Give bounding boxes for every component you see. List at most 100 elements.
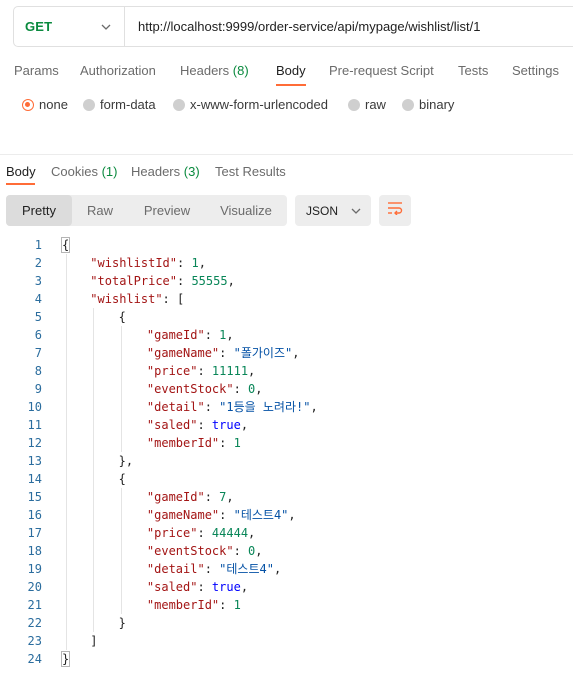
- code-text: "saled": true,: [147, 578, 248, 596]
- code-text: "gameId": 7,: [147, 488, 234, 506]
- tab-label: Tests: [458, 63, 489, 78]
- code-token: :: [197, 364, 212, 378]
- divider: [0, 154, 573, 155]
- code-text: "gameName": "테스트4",: [147, 506, 296, 524]
- radio-binary[interactable]: binary: [402, 97, 454, 112]
- radio-x-www-form-urlencoded[interactable]: x-www-form-urlencoded: [173, 97, 328, 112]
- tab-response-body[interactable]: Body: [6, 164, 36, 179]
- code-token: "detail": [146, 562, 205, 576]
- code-line: 2 "wishlistId": 1,: [0, 254, 573, 272]
- method-label: GET: [25, 19, 53, 34]
- code-token: "1등을 노려라!": [219, 400, 311, 414]
- code-token: "eventStock": [146, 382, 234, 396]
- code-text: }: [62, 650, 69, 668]
- code-line: 19 "detail": "테스트4",: [0, 560, 573, 578]
- code-text: {: [62, 236, 69, 254]
- code-line: 10 "detail": "1등을 노려라!",: [0, 398, 573, 416]
- radio-label: binary: [419, 97, 455, 112]
- radio-raw[interactable]: raw: [348, 97, 386, 112]
- code-token: 1: [233, 436, 241, 450]
- code-token: :: [177, 274, 192, 288]
- code-token: "폴가이즈": [233, 346, 293, 360]
- code-token: ,: [226, 490, 234, 504]
- tab-pre-request-script[interactable]: Pre-request Script: [329, 63, 434, 78]
- code-token: ,: [310, 400, 318, 414]
- line-number: 17: [27, 526, 42, 540]
- code-token: ,: [255, 544, 263, 558]
- code-token: :: [204, 400, 220, 414]
- radio-none[interactable]: none: [22, 97, 68, 112]
- tab-label: Body: [276, 63, 306, 78]
- tab-label: Pre-request Script: [329, 63, 434, 78]
- response-tabs: Body Cookies (1) Headers (3) Test Result…: [0, 161, 573, 187]
- tab-cookies[interactable]: Cookies (1): [51, 164, 117, 179]
- line-number: 19: [27, 562, 42, 576]
- code-token: :: [197, 580, 212, 594]
- tab-tests[interactable]: Tests: [458, 63, 488, 78]
- code-line: 21 "memberId": 1: [0, 596, 573, 614]
- code-token: : [: [162, 292, 185, 306]
- line-number: 15: [27, 490, 42, 504]
- tab-response-headers[interactable]: Headers (3): [131, 164, 200, 179]
- line-number: 24: [27, 652, 42, 666]
- code-text: "wishlist": [: [90, 290, 184, 308]
- code-token: "memberId": [146, 598, 220, 612]
- radio-label: form-data: [100, 97, 156, 112]
- format-label: JSON: [306, 203, 339, 218]
- tab-body[interactable]: Body: [276, 63, 306, 78]
- code-line: 3 "totalPrice": 55555,: [0, 272, 573, 290]
- view-pretty-button[interactable]: Pretty: [6, 195, 72, 226]
- code-token: :: [177, 256, 192, 270]
- code-text: "memberId": 1: [147, 434, 241, 452]
- code-token: 44444: [211, 526, 249, 540]
- method-select[interactable]: GET: [14, 7, 125, 46]
- code-token: :: [233, 382, 249, 396]
- view-preview-button[interactable]: Preview: [134, 195, 200, 226]
- code-text: "gameName": "폴가이즈",: [147, 344, 300, 362]
- format-select[interactable]: JSON: [295, 195, 371, 226]
- code-token: "saled": [146, 418, 198, 432]
- tab-params[interactable]: Params: [14, 63, 59, 78]
- code-token: "gameId": [146, 490, 205, 504]
- code-token: ,: [198, 256, 206, 270]
- line-number: 12: [27, 436, 42, 450]
- radio-icon: [402, 98, 414, 111]
- code-line: 24}: [0, 650, 573, 668]
- view-raw-button[interactable]: Raw: [77, 195, 123, 226]
- tab-count: (1): [101, 164, 118, 179]
- code-text: {: [119, 470, 126, 488]
- line-number: 14: [27, 472, 42, 486]
- line-number: 8: [34, 364, 42, 378]
- tab-settings[interactable]: Settings: [512, 63, 559, 78]
- url-input[interactable]: http://localhost:9999/order-service/api/…: [125, 19, 481, 34]
- code-line: 14 {: [0, 470, 573, 488]
- tab-test-results[interactable]: Test Results: [215, 164, 286, 179]
- radio-form-data[interactable]: form-data: [83, 97, 156, 112]
- code-token: :: [204, 490, 220, 504]
- tab-headers[interactable]: Headers (8): [180, 63, 249, 78]
- code-line: 1{: [0, 236, 573, 254]
- code-token: :: [233, 544, 249, 558]
- wrap-lines-button[interactable]: [379, 195, 411, 226]
- code-text: "eventStock": 0,: [147, 380, 263, 398]
- code-token: "wishlist": [90, 292, 163, 306]
- code-line: 6 "gameId": 1,: [0, 326, 573, 344]
- radio-selected-icon: [22, 98, 34, 111]
- code-token: true: [211, 418, 241, 432]
- radio-label: raw: [365, 97, 386, 112]
- code-text: "totalPrice": 55555,: [90, 272, 235, 290]
- tab-authorization[interactable]: Authorization: [80, 63, 156, 78]
- tab-label: Settings: [512, 63, 559, 78]
- code-text: "price": 11111,: [147, 362, 255, 380]
- code-line: 7 "gameName": "폴가이즈",: [0, 344, 573, 362]
- code-token: :: [219, 598, 234, 612]
- code-token: 1: [191, 256, 199, 270]
- code-text: }: [119, 614, 126, 632]
- view-mode-group: Pretty Raw Preview Visualize: [6, 195, 287, 226]
- code-line: 17 "price": 44444,: [0, 524, 573, 542]
- code-line: 22}: [0, 614, 573, 632]
- code-token: :: [197, 526, 212, 540]
- code-token: ,: [255, 382, 263, 396]
- view-visualize-button[interactable]: Visualize: [211, 195, 281, 226]
- code-text: "price": 44444,: [147, 524, 255, 542]
